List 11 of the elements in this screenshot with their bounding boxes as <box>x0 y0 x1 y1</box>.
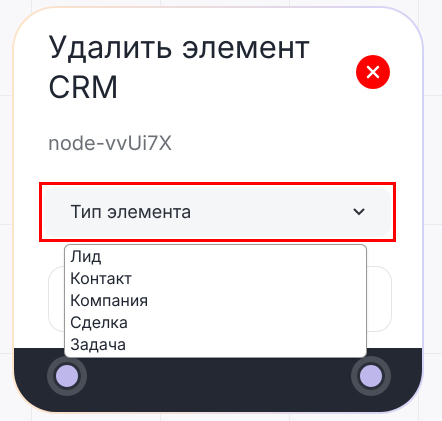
dropdown-option[interactable]: Контакт <box>70 267 366 289</box>
close-icon <box>366 65 380 79</box>
chevron-down-icon <box>353 208 365 216</box>
dialog-title: Удалить элемент CRM <box>47 28 311 108</box>
type-select[interactable]: Тип элемента <box>44 187 391 237</box>
dropdown-option[interactable]: Компания <box>70 289 366 311</box>
close-button[interactable] <box>356 55 390 89</box>
node-id: node-vvUi7X <box>47 130 174 157</box>
dropdown-option[interactable]: Лид <box>70 245 366 267</box>
dropdown-option[interactable]: Задача <box>70 333 366 355</box>
dropdown-option[interactable]: Сделка <box>70 311 366 333</box>
